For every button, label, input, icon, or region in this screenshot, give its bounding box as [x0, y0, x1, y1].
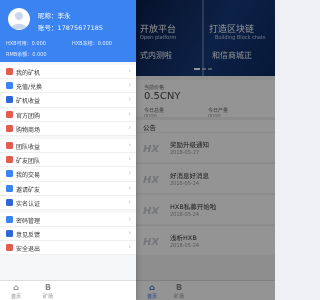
menu-item-label: 实名认证 — [16, 200, 41, 208]
menu-item-label: 意见反馈 — [16, 232, 41, 240]
trade-icon — [6, 170, 13, 178]
profile-account: 账号：17875677185 — [38, 24, 103, 32]
chevron-right-icon: › — [128, 243, 131, 252]
drawer-tab-bar: ⌂ 首页 B 矿场 — [0, 280, 136, 300]
miner-icon — [6, 68, 13, 75]
menu-item-label: 团队收益 — [16, 143, 41, 151]
menu-item-label: 矿机收益 — [16, 98, 41, 106]
team-icon — [6, 156, 13, 164]
invite-icon — [6, 184, 13, 192]
menu-item-label: 购物商场 — [16, 126, 41, 134]
chevron-right-icon: › — [128, 140, 131, 149]
menu-item-miner-earnings[interactable]: 矿机收益 › — [0, 93, 136, 108]
chevron-right-icon: › — [128, 67, 131, 75]
hxb-frozen: HXB冻结：0.000 — [72, 41, 112, 47]
tab-home[interactable]: ⌂ 首页 — [4, 283, 28, 300]
menu-item-label: 密码管理 — [16, 217, 41, 225]
user-avatar-icon — [11, 12, 27, 29]
chevron-right-icon: › — [128, 214, 131, 223]
lock-icon — [6, 215, 13, 223]
team-earnings-icon — [6, 141, 13, 149]
menu-item-recharge[interactable]: 充值/兑换 › — [0, 79, 136, 94]
tab-mine[interactable]: B 矿场 — [36, 283, 60, 300]
menu-item-logout[interactable]: 安全退出 › — [0, 241, 136, 256]
menu-item-my-trades[interactable]: 我的交易 › — [0, 167, 136, 182]
id-card-icon — [6, 198, 13, 206]
tab-home-label: 首页 — [10, 294, 21, 300]
profile-card: 昵称：李永 账号：17875677185 HXB可用：0.000 HXB冻结：0… — [0, 0, 136, 62]
tab-mine-label: 矿场 — [42, 294, 53, 300]
recharge-icon — [6, 82, 13, 90]
chevron-right-icon: › — [128, 81, 131, 90]
group-buy-icon — [6, 110, 13, 118]
side-drawer: 昵称：李永 账号：17875677185 HXB可用：0.000 HXB冻结：0… — [0, 0, 136, 300]
menu-item-team[interactable]: 矿友团队 › — [0, 153, 136, 168]
drawer-backdrop[interactable] — [136, 0, 275, 300]
chevron-right-icon: › — [128, 229, 131, 238]
drawer-menu: 我的矿机 › 充值/兑换 › 矿机收益 › 官方团购 › 购物商场 › 团队收益… — [0, 65, 136, 256]
menu-item-team-earnings[interactable]: 团队收益 › — [0, 138, 136, 154]
menu-item-label: 矿友团队 — [16, 158, 41, 166]
feedback-icon — [6, 230, 13, 238]
earnings-icon — [6, 96, 13, 104]
menu-item-feedback[interactable]: 意见反馈 › — [0, 227, 136, 242]
menu-item-verification[interactable]: 实名认证 › — [0, 195, 136, 210]
profile-nickname: 昵称：李永 — [38, 12, 71, 20]
menu-item-label: 邀请矿友 — [16, 186, 41, 194]
menu-item-label: 官方团购 — [16, 112, 41, 120]
home-icon: ⌂ — [13, 283, 19, 292]
menu-item-invite[interactable]: 邀请矿友 › — [0, 181, 136, 196]
shopping-cart-icon — [6, 124, 13, 132]
menu-item-label: 我的交易 — [16, 172, 41, 180]
chevron-right-icon: › — [128, 197, 131, 206]
menu-item-shop[interactable]: 购物商场 › — [0, 121, 136, 136]
rmb-balance: RMB余额：0.000 — [6, 52, 47, 58]
mine-icon: B — [44, 283, 52, 292]
menu-item-label: 我的矿机 — [16, 70, 41, 77]
chevron-right-icon: › — [128, 169, 131, 178]
chevron-right-icon: › — [128, 123, 131, 132]
avatar[interactable] — [8, 8, 30, 30]
chevron-right-icon: › — [128, 109, 131, 118]
logout-icon — [6, 244, 13, 252]
menu-item-group-buy[interactable]: 官方团购 › — [0, 107, 136, 122]
chevron-right-icon: › — [128, 183, 131, 192]
menu-item-label: 充值/兑换 — [16, 84, 43, 92]
menu-item-password[interactable]: 密码管理 › — [0, 212, 136, 228]
chevron-right-icon: › — [128, 155, 131, 164]
menu-item-label: 安全退出 — [16, 246, 41, 254]
chevron-right-icon: › — [128, 95, 131, 104]
hxb-available: HXB可用：0.000 — [6, 41, 46, 47]
menu-item-my-miners[interactable]: 我的矿机 › — [0, 65, 136, 80]
